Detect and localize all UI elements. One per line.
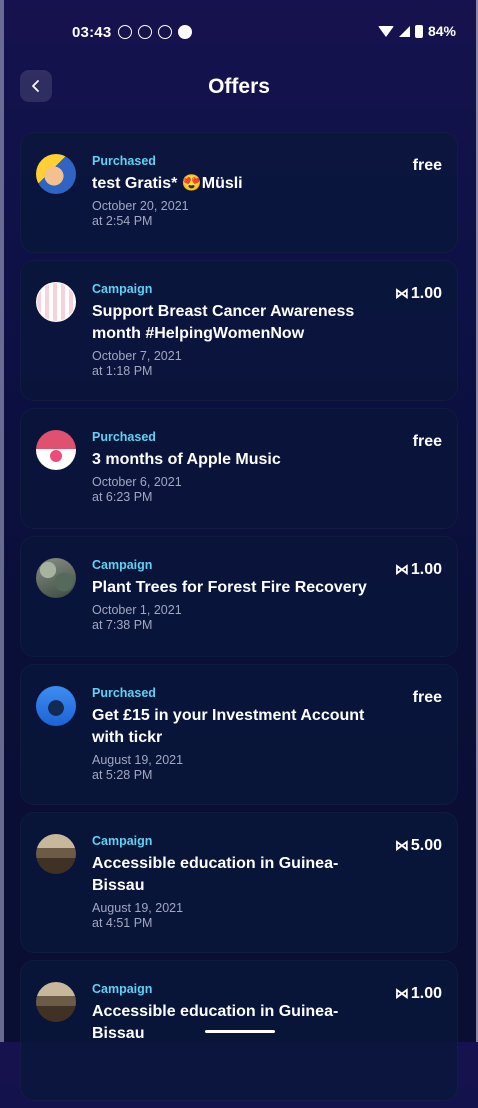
offer-time: at 7:38 PM	[92, 618, 153, 632]
offer-avatar	[36, 558, 76, 598]
notification-icons	[118, 25, 192, 39]
coin-icon: ⋈	[394, 561, 409, 577]
offers-list: Purchased test Gratis* 😍Müsli October 20…	[20, 132, 458, 1108]
music-note-icon	[50, 450, 62, 462]
offer-title: Plant Trees for Forest Fire Recovery	[92, 579, 367, 596]
offer-kind: Campaign	[92, 982, 153, 996]
battery-percent: 84%	[427, 23, 456, 39]
offer-card[interactable]: Purchased Get £15 in your Investment Acc…	[20, 664, 458, 805]
offer-price: ⋈ 5.00	[394, 837, 442, 854]
status-time: 03:43	[72, 24, 112, 41]
offer-avatar	[36, 154, 76, 194]
screen-edge-left	[0, 0, 4, 1042]
offer-avatar	[36, 982, 76, 1022]
offer-date: October 6, 2021	[92, 475, 182, 489]
offer-date: August 19, 2021	[92, 901, 184, 915]
offer-title: Accessible education in Guinea-Bissau	[92, 1003, 339, 1042]
offer-time: at 1:18 PM	[92, 364, 153, 378]
offer-price: ⋈ 1.00	[394, 561, 442, 578]
offer-price: ⋈ 1.00	[394, 985, 442, 1002]
offer-date: October 7, 2021	[92, 349, 182, 363]
coin-icon: ⋈	[394, 285, 409, 301]
offer-card[interactable]: Campaign Support Breast Cancer Awareness…	[20, 260, 458, 401]
offer-kind: Purchased	[92, 430, 156, 444]
offer-price: ⋈ 1.00	[394, 285, 442, 302]
header: Offers	[0, 68, 478, 108]
offer-kind: Campaign	[92, 558, 153, 572]
offer-kind: Campaign	[92, 834, 153, 848]
offer-kind: Campaign	[92, 282, 153, 296]
page-title: Offers	[208, 75, 270, 98]
offer-time: at 4:51 PM	[92, 916, 153, 930]
offer-card[interactable]: Campaign Accessible education in Guinea-…	[20, 812, 458, 953]
battery-icon	[414, 24, 423, 38]
offer-avatar	[36, 686, 76, 726]
offer-title: Support Breast Cancer Awareness month #H…	[92, 303, 355, 342]
coin-icon: ⋈	[394, 985, 409, 1001]
offer-time: at 5:28 PM	[92, 768, 153, 782]
offer-avatar	[36, 834, 76, 874]
offer-avatar	[36, 282, 76, 322]
coin-icon: ⋈	[394, 837, 409, 853]
notification-icon	[178, 25, 192, 39]
offer-price: free	[412, 689, 442, 706]
offer-time: at 6:23 PM	[92, 490, 153, 504]
offer-title: Accessible education in Guinea-Bissau	[92, 855, 339, 894]
offer-card[interactable]: Purchased test Gratis* 😍Müsli October 20…	[20, 132, 458, 253]
notification-icon	[118, 25, 132, 39]
offer-card[interactable]: Campaign Plant Trees for Forest Fire Rec…	[20, 536, 458, 657]
offer-kind: Purchased	[92, 686, 156, 700]
offer-kind: Purchased	[92, 154, 156, 168]
notification-icon	[158, 25, 172, 39]
offer-date: August 19, 2021	[92, 753, 184, 767]
offer-price: free	[412, 433, 442, 450]
status-bar: 03:43 84%	[0, 18, 478, 46]
offer-date: October 1, 2021	[92, 603, 182, 617]
offer-card[interactable]: Purchased 3 months of Apple Music Octobe…	[20, 408, 458, 529]
offer-date: October 20, 2021	[92, 199, 189, 213]
home-indicator[interactable]	[205, 1030, 275, 1033]
offer-title: Get £15 in your Investment Account with …	[92, 707, 365, 746]
notification-icon	[138, 25, 152, 39]
offer-avatar	[36, 430, 76, 470]
offer-time: at 2:54 PM	[92, 214, 153, 228]
offer-title: test Gratis* 😍Müsli	[92, 175, 243, 192]
wifi-icon	[377, 25, 394, 37]
offer-price: free	[412, 157, 442, 174]
offer-title: 3 months of Apple Music	[92, 451, 281, 468]
signal-icon	[398, 25, 410, 37]
system-status: 84%	[377, 23, 456, 39]
